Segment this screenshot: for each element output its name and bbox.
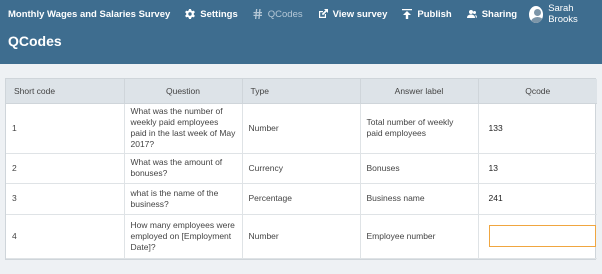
qcodes-panel: Short code Question Type Answer label Qc…	[5, 78, 597, 260]
answer-label-cell: Employee number	[360, 214, 479, 259]
gear-icon	[185, 9, 196, 19]
qcodes-table: Short code Question Type Answer label Qc…	[6, 79, 597, 259]
external-link-icon	[318, 9, 328, 18]
short-code-cell: 3	[6, 183, 125, 215]
table-row: 3 what is the name of the business? Perc…	[6, 183, 597, 215]
nav: Settings QCodes View survey Publish Shar…	[170, 3, 596, 25]
type-cell: Currency	[242, 153, 361, 184]
qcode-input[interactable]	[488, 225, 596, 247]
users-icon	[466, 10, 477, 18]
qcode-cell[interactable]: 13	[478, 153, 597, 184]
nav-publish-label: Publish	[417, 8, 452, 20]
column-header-question: Question	[124, 79, 243, 104]
user-name: Sarah Brooks	[548, 3, 578, 25]
nav-sharing[interactable]: Sharing	[466, 8, 518, 20]
avatar-icon	[529, 5, 544, 23]
upload-icon	[402, 9, 413, 19]
answer-label-cell: Business name	[360, 183, 479, 215]
table-row: 4 How many employees were employed on [E…	[6, 214, 597, 259]
column-header-type: Type	[242, 79, 361, 104]
question-cell: What was the amount of bonuses?	[124, 153, 243, 184]
question-cell: How many employees were employed on [Emp…	[124, 214, 243, 259]
top-bar: Monthly Wages and Salaries Survey Settin…	[0, 0, 602, 28]
table-row: 2 What was the amount of bonuses? Curren…	[6, 153, 597, 184]
type-cell: Percentage	[242, 183, 361, 215]
nav-publish[interactable]: Publish	[402, 8, 452, 20]
nav-settings[interactable]: Settings	[185, 8, 238, 20]
table-header-row: Short code Question Type Answer label Qc…	[6, 79, 597, 104]
survey-title[interactable]: Monthly Wages and Salaries Survey	[8, 9, 170, 20]
answer-label-cell: Total number of weekly paid employees	[360, 103, 479, 154]
answer-label-cell: Bonuses	[360, 153, 479, 184]
page-title: QCodes	[8, 33, 62, 49]
qcode-input-cell	[478, 214, 597, 259]
column-header-qcode: Qcode	[478, 79, 597, 104]
short-code-cell: 1	[6, 103, 125, 154]
qcode-cell[interactable]: 241	[478, 183, 597, 215]
short-code-cell: 2	[6, 153, 125, 184]
user-menu[interactable]: Sarah Brooks	[529, 3, 596, 25]
hash-icon	[253, 9, 262, 19]
nav-view-survey-label: View survey	[332, 8, 388, 20]
question-cell: what is the name of the business?	[124, 183, 243, 215]
nav-view-survey[interactable]: View survey	[318, 8, 388, 20]
nav-settings-label: Settings	[200, 8, 238, 20]
table-row: 1 What was the number of weekly paid emp…	[6, 103, 597, 154]
question-cell: What was the number of weekly paid emplo…	[124, 103, 243, 154]
nav-qcodes-label: QCodes	[267, 8, 303, 20]
qcode-cell[interactable]: 133	[478, 103, 597, 154]
short-code-cell: 4	[6, 214, 125, 259]
nav-qcodes[interactable]: QCodes	[253, 9, 303, 20]
nav-sharing-label: Sharing	[481, 8, 518, 20]
column-header-short-code: Short code	[6, 79, 125, 104]
type-cell: Number	[242, 103, 361, 154]
column-header-answer-label: Answer label	[360, 79, 479, 104]
header: Monthly Wages and Salaries Survey Settin…	[0, 0, 602, 64]
type-cell: Number	[242, 214, 361, 259]
